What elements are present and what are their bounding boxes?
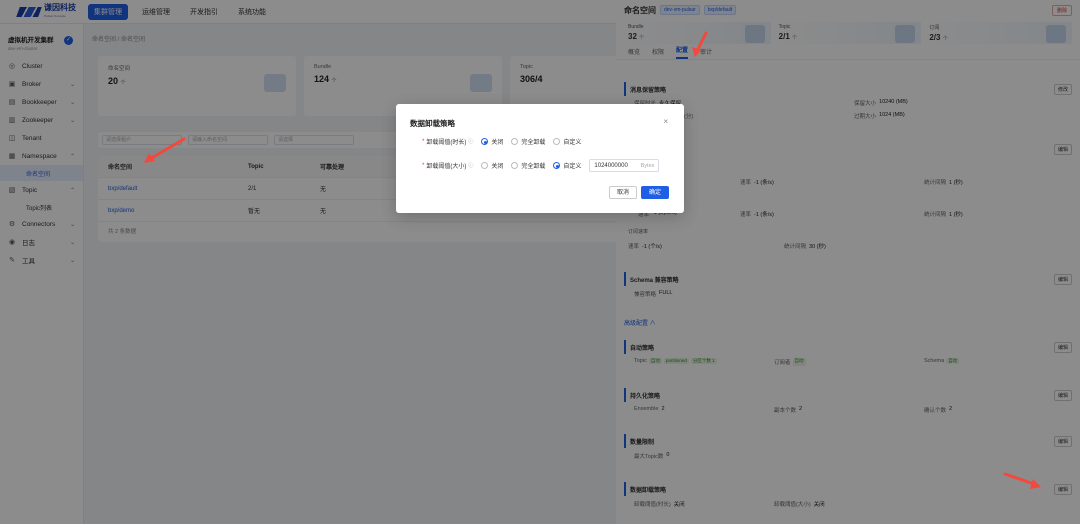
time-full-radio[interactable]: 完全卸载 bbox=[511, 137, 545, 146]
time-off-radio[interactable]: 关闭 bbox=[481, 137, 503, 146]
info-icon: ⓘ bbox=[468, 163, 474, 169]
dialog-footer: 取消 确定 bbox=[608, 186, 669, 199]
dialog-title: 数据卸载策略 bbox=[410, 119, 455, 128]
offload-policy-dialog: 数据卸载策略 × * 卸载阈值(时长) ⓘ 关闭 完全卸载 自定义 * 卸载阈值(大小… bbox=[396, 104, 684, 213]
offload-size-row: * 卸载阈值(大小) ⓘ 关闭 完全卸载 自定义 1024000000 Bytes bbox=[422, 159, 660, 172]
close-icon[interactable]: × bbox=[663, 117, 668, 126]
size-off-radio[interactable]: 关闭 bbox=[481, 161, 503, 170]
offload-time-row: * 卸载阈值(时长) ⓘ 关闭 完全卸载 自定义 bbox=[422, 137, 582, 146]
size-full-radio[interactable]: 完全卸载 bbox=[511, 161, 545, 170]
time-custom-radio[interactable]: 自定义 bbox=[553, 137, 581, 146]
app: 谦因科技 Pulsar Console 集群管理 运维管理 开发指引 系统功能 … bbox=[0, 0, 1080, 524]
size-custom-radio[interactable]: 自定义 bbox=[553, 161, 581, 170]
annotation-arrow bbox=[1003, 472, 1041, 489]
drawer-mask bbox=[616, 0, 1080, 524]
info-icon: ⓘ bbox=[468, 139, 474, 145]
size-threshold-input[interactable]: 1024000000 Bytes bbox=[589, 159, 660, 172]
annotation-arrow bbox=[692, 31, 708, 57]
annotation-arrow bbox=[144, 137, 186, 163]
confirm-button[interactable]: 确定 bbox=[640, 186, 669, 199]
cancel-button[interactable]: 取消 bbox=[608, 186, 637, 199]
